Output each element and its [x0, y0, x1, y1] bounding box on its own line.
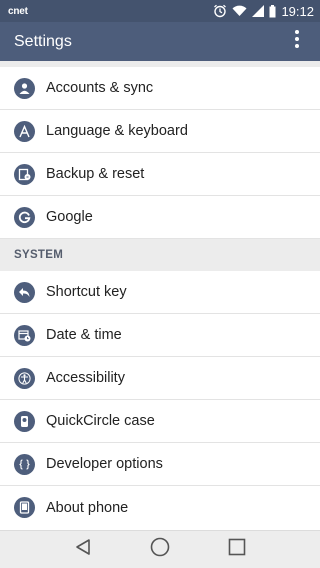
battery-icon	[269, 4, 276, 18]
status-bar: cnet 19:12	[0, 0, 320, 22]
backup-icon	[14, 163, 35, 185]
recents-button[interactable]	[217, 532, 257, 568]
settings-item-label: QuickCircle case	[46, 413, 155, 429]
status-icons: 19:12	[213, 4, 314, 19]
alarm-icon	[213, 4, 227, 18]
settings-item-label: About phone	[46, 499, 129, 516]
language-icon	[14, 120, 35, 142]
home-icon	[150, 537, 170, 562]
settings-item-quickcircle-case[interactable]: QuickCircle case	[0, 400, 320, 443]
settings-item-backup-reset[interactable]: Backup & reset	[0, 153, 320, 196]
settings-item-google[interactable]: Google	[0, 196, 320, 239]
accessibility-icon	[14, 367, 35, 389]
section-header-system: SYSTEM	[0, 239, 320, 271]
settings-item-label: Accessibility	[46, 370, 125, 386]
carrier-label: cnet	[8, 5, 28, 17]
page-title: Settings	[14, 32, 72, 50]
settings-item-label: Developer options	[46, 456, 163, 472]
settings-item-label: Shortcut key	[46, 284, 127, 300]
home-button[interactable]	[140, 532, 180, 568]
settings-item-shortcut-key[interactable]: Shortcut key	[0, 271, 320, 314]
settings-item-label: Accounts & sync	[46, 80, 154, 96]
signal-icon	[252, 5, 265, 17]
settings-item-accessibility[interactable]: Accessibility	[0, 357, 320, 400]
recents-icon	[228, 538, 246, 561]
settings-item-label: Backup & reset	[46, 166, 145, 182]
settings-item-about-phone[interactable]: About phone	[0, 486, 320, 529]
calendar-clock-icon	[14, 324, 35, 346]
settings-item-accounts-sync[interactable]: Accounts & sync	[0, 67, 320, 110]
settings-item-language-keyboard[interactable]: Language & keyboard	[0, 110, 320, 153]
action-bar: Settings	[0, 22, 320, 61]
quickcircle-icon	[14, 410, 35, 432]
account-icon	[14, 77, 35, 99]
overflow-menu-icon	[295, 30, 299, 53]
settings-item-label: Google	[46, 209, 93, 225]
settings-item-label: Date & time	[46, 327, 122, 343]
phone-icon	[14, 497, 35, 518]
navigation-bar	[0, 530, 320, 568]
back-button[interactable]	[63, 532, 103, 568]
clock-time: 19:12	[281, 3, 314, 19]
settings-item-label: Language & keyboard	[46, 123, 188, 139]
settings-item-date-time[interactable]: Date & time	[0, 314, 320, 357]
settings-list: Accounts & sync Language & keyboard Back…	[0, 61, 320, 529]
wifi-icon	[232, 5, 247, 17]
shortcut-icon	[14, 281, 35, 303]
code-braces-icon	[14, 453, 35, 475]
back-icon	[74, 538, 92, 561]
settings-item-developer-options[interactable]: Developer options	[0, 443, 320, 486]
overflow-menu-button[interactable]	[286, 27, 308, 57]
google-icon	[14, 206, 35, 228]
